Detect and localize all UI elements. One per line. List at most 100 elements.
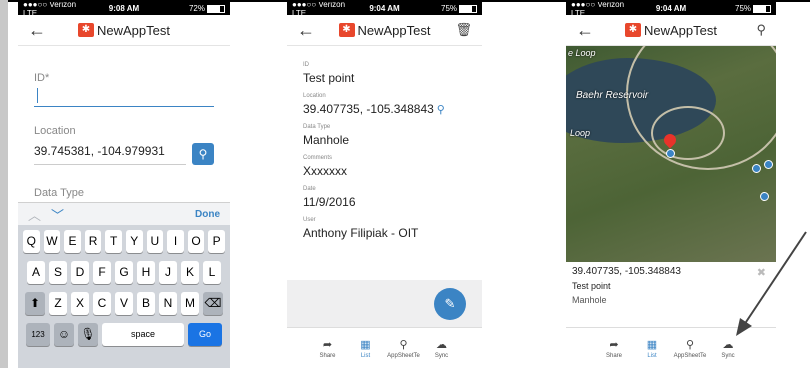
done-button[interactable]: Done [195, 209, 220, 220]
key[interactable]: Y [126, 230, 143, 253]
nav-list[interactable]: ▦ List [633, 338, 671, 359]
key[interactable]: S [49, 261, 67, 284]
nav-label: Sync [434, 352, 449, 359]
nav-label: List [360, 352, 371, 359]
field-label: Date [303, 186, 316, 192]
key[interactable]: N [159, 292, 177, 315]
key[interactable]: U [146, 230, 164, 253]
back-arrow-icon[interactable]: ← [576, 20, 600, 41]
key[interactable]: J [159, 261, 177, 284]
next-field-icon[interactable]: ﹀ [51, 205, 64, 224]
share-icon: ➦ [609, 338, 619, 351]
phone-form-screen: ●●●○○ Verizon LTE 9:08 AM 72% ← ✱ NewAppT… [18, 2, 230, 368]
shift-key-icon[interactable]: ⬆ [25, 292, 45, 315]
field-value[interactable]: 39.407735, -105.348843 [303, 102, 434, 116]
map-label: e Loop [568, 48, 596, 58]
battery-text: 72% [188, 4, 205, 13]
key[interactable]: A [27, 261, 45, 284]
key[interactable]: I [167, 230, 184, 253]
key[interactable]: P [208, 230, 225, 253]
battery-icon [753, 4, 772, 13]
field-value: Anthony Filipiak - OIT [303, 226, 419, 240]
clock-text: 9:08 AM [108, 4, 140, 13]
numbers-key[interactable]: 123 [26, 323, 50, 346]
map-point[interactable] [752, 164, 761, 173]
go-key[interactable]: Go [188, 323, 222, 346]
status-bar: ●●●○○ Verizon LTE 9:04 AM 75% [287, 2, 482, 18]
key[interactable]: G [115, 261, 133, 284]
nav-sync[interactable]: ☁ Sync [709, 338, 747, 359]
location-pin-button[interactable]: ⚲ [192, 143, 214, 165]
back-arrow-icon[interactable]: ← [28, 20, 52, 41]
field-value: 11/9/2016 [303, 195, 356, 209]
trash-icon[interactable]: 🗑 [448, 22, 472, 38]
location-row: 39.745381, -104.979931 ⚲ [34, 143, 214, 165]
key[interactable]: B [137, 292, 155, 315]
key[interactable]: L [203, 261, 221, 284]
key[interactable]: T [105, 230, 122, 253]
nav-bar: ← ✱ NewAppTest 🗑 [287, 15, 482, 46]
app-title-text: NewAppTest [644, 22, 717, 38]
map-point[interactable] [764, 160, 773, 169]
nav-sync[interactable]: ☁ Sync [423, 338, 461, 359]
key[interactable]: Z [49, 292, 67, 315]
nav-appsheet[interactable]: ⚲ AppSheetTe [671, 338, 709, 359]
cloud-icon: ☁ [436, 338, 447, 351]
nav-appsheet[interactable]: ⚲ AppSheetTe [385, 338, 423, 359]
backspace-key-icon[interactable]: ⌫ [203, 292, 223, 315]
key[interactable]: W [43, 230, 61, 253]
nav-list[interactable]: ▦ List [347, 338, 385, 359]
id-field[interactable] [34, 106, 214, 107]
key[interactable]: D [71, 261, 89, 284]
share-icon: ➦ [322, 338, 333, 351]
keyboard-toolbar: ︿ ﹀ Done [18, 202, 230, 225]
back-arrow-icon[interactable]: ← [297, 20, 321, 41]
app-title: ✱ NewAppTest [600, 23, 742, 38]
key[interactable]: F [93, 261, 111, 284]
keyboard-row-3: ⬆ Z X C V B N M ⌫ [21, 292, 227, 315]
pin-icon: ⚲ [685, 338, 695, 351]
id-field-label: ID* [34, 72, 50, 84]
space-key[interactable]: space [102, 323, 184, 346]
key[interactable]: O [187, 230, 205, 253]
location-field[interactable]: 39.745381, -104.979931 [34, 144, 186, 165]
key[interactable]: V [115, 292, 133, 315]
app-logo-icon: ✱ [625, 23, 641, 37]
key[interactable]: H [137, 261, 155, 284]
key[interactable]: C [93, 292, 111, 315]
key[interactable]: K [181, 261, 199, 284]
carrier-text: ●●●○○ Verizon LTE [23, 2, 77, 18]
key[interactable]: M [181, 292, 199, 315]
nav-share[interactable]: ➦ Share [595, 338, 633, 359]
status-bar: ●●●○○ Verizon LTE 9:04 AM 75% [566, 2, 776, 18]
nav-label: AppSheetTe [673, 352, 707, 359]
list-icon: ▦ [360, 338, 371, 351]
key[interactable]: X [71, 292, 89, 315]
map-label: Loop [570, 128, 591, 138]
map-point[interactable] [760, 192, 769, 201]
carrier-text: ●●●○○ Verizon LTE [571, 2, 625, 18]
edit-pencil-icon[interactable]: ✎ [434, 288, 466, 320]
edit-form: ID* Location 39.745381, -104.979931 ⚲ Da… [18, 72, 230, 199]
field-label: ID [303, 62, 309, 68]
emoji-key-icon[interactable]: ☺ [54, 323, 74, 346]
microphone-key-icon[interactable]: 🎙 [78, 323, 98, 346]
app-logo-icon: ✱ [78, 23, 94, 37]
prev-field-icon[interactable]: ︿ [28, 205, 41, 224]
nav-share[interactable]: ➦ Share [309, 338, 347, 359]
battery-icon [206, 4, 225, 13]
search-icon[interactable]: ⚲ [742, 22, 766, 38]
battery-text: 75% [735, 4, 752, 13]
keyboard-row-1: Q W E R T Y U I O P [21, 230, 227, 253]
field-value: Test point [303, 71, 355, 85]
key[interactable]: E [64, 230, 81, 253]
nav-label: Share [605, 352, 622, 359]
app-title-text: NewAppTest [357, 22, 431, 38]
key[interactable]: R [84, 230, 102, 253]
nav-bar: ← ✱ NewAppTest ⚲ [566, 15, 776, 46]
map-pin-icon[interactable]: ⚲ [437, 104, 445, 116]
key[interactable]: Q [23, 230, 40, 253]
map-point[interactable] [666, 149, 675, 158]
keyboard-row-2: A S D F G H J K L [21, 261, 227, 284]
app-title: ✱ NewAppTest [321, 23, 448, 38]
